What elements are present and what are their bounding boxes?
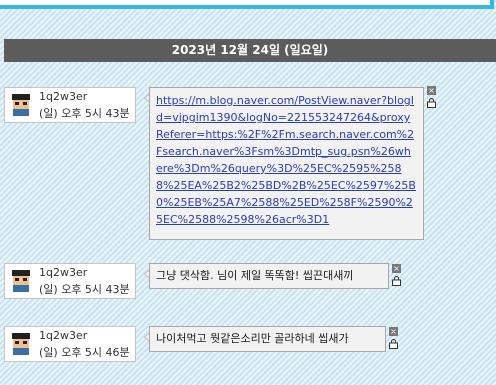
message-time: (일) 오후 5시 46분 [39,346,130,359]
sender-card[interactable]: 1q2w3er (일) 오후 5시 43분 [4,87,136,123]
close-icon[interactable]: × [427,86,436,95]
message-text: 나이처먹고 뭣같은소리만 골라하네 씹새가 [156,332,349,345]
close-icon[interactable]: × [389,327,398,336]
message-time: (일) 오후 5시 43분 [39,283,130,296]
message-bubble: 나이처먹고 뭣같은소리만 골라하네 씹새가 [149,326,386,352]
message-time: (일) 오후 5시 43분 [39,107,130,120]
date-header: 2023년 12월 24일 (일요일) [4,39,496,62]
sender-name: 1q2w3er [39,90,88,103]
sender-name: 1q2w3er [39,266,88,279]
sender-name: 1q2w3er [39,329,88,342]
message-text: 그냥 댓삭함. 님이 제일 똑똑함! 씹끈대새끼 [156,269,354,282]
lock-icon[interactable] [392,276,401,286]
message-link[interactable]: https://m.blog.naver.com/PostView.naver?… [156,92,417,228]
message-bubble: 그냥 댓삭함. 님이 제일 똑똑함! 씹끈대새끼 [149,263,389,289]
close-icon[interactable]: × [392,264,401,273]
sender-card[interactable]: 1q2w3er (일) 오후 5시 46분 [4,326,136,362]
message-bubble: https://m.blog.naver.com/PostView.naver?… [149,87,424,240]
avatar-icon [9,92,33,116]
top-panel [0,0,494,9]
lock-icon[interactable] [389,339,398,349]
sender-card[interactable]: 1q2w3er (일) 오후 5시 43분 [4,263,136,299]
lock-icon[interactable] [427,98,436,108]
avatar-icon [9,331,33,355]
avatar-icon [9,268,33,292]
